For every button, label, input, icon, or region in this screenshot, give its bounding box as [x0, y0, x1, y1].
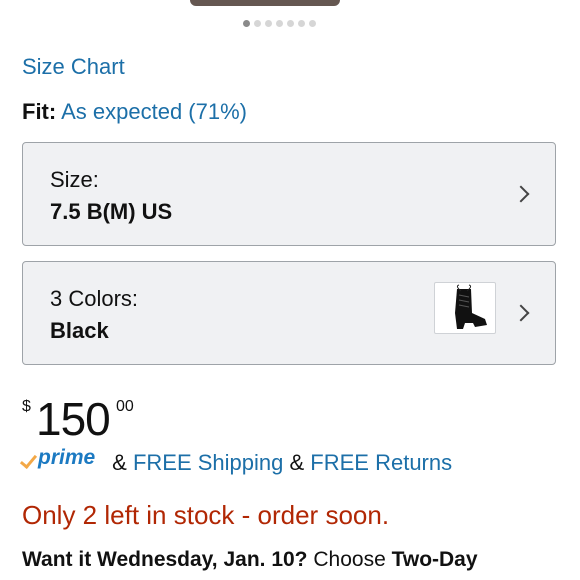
color-label: 3 Colors:	[50, 286, 139, 311]
fit-label: Fit:	[22, 99, 57, 124]
carousel-dot[interactable]	[243, 20, 250, 27]
carousel-dot[interactable]	[309, 20, 316, 27]
size-selector[interactable]: Size: 7.5 B(M) US	[22, 142, 556, 246]
carousel-dot[interactable]	[298, 20, 305, 27]
product-image-edge	[190, 0, 340, 6]
price-currency: $	[22, 398, 31, 415]
free-returns-link[interactable]: FREE Returns	[310, 450, 452, 475]
fit-info: Fit: As expected (71%)	[22, 99, 247, 125]
delivery-date: Want it Wednesday, Jan. 10?	[22, 548, 308, 571]
ampersand: &	[112, 450, 127, 475]
carousel-dot[interactable]	[265, 20, 272, 27]
delivery-message: Want it Wednesday, Jan. 10? Choose Two-D…	[22, 548, 478, 572]
delivery-option: Two-Day	[391, 548, 478, 571]
delivery-choose: Choose	[313, 548, 386, 571]
free-shipping-link[interactable]: FREE Shipping	[133, 450, 283, 475]
black-bootie-image	[455, 284, 487, 329]
ampersand: &	[289, 450, 305, 475]
chevron-right-icon	[512, 304, 530, 322]
size-chart-link[interactable]: Size Chart	[22, 54, 125, 80]
shipping-row: prime & FREE Shipping & FREE Returns	[19, 446, 452, 476]
prime-label: prime	[38, 446, 96, 469]
price-fraction: 00	[116, 398, 134, 415]
fit-value-link[interactable]: As expected (71%)	[61, 99, 247, 124]
color-value: Black	[50, 318, 109, 343]
carousel-dot[interactable]	[276, 20, 283, 27]
carousel-dot[interactable]	[254, 20, 261, 27]
color-thumbnail	[434, 282, 496, 334]
size-label: Size:	[50, 167, 99, 192]
size-value: 7.5 B(M) US	[50, 199, 173, 224]
prime-logo: prime	[19, 446, 106, 474]
prime-check-icon	[19, 450, 38, 470]
image-carousel-dots[interactable]	[243, 20, 316, 27]
price-whole: 150	[36, 393, 111, 445]
color-selector[interactable]: 3 Colors: Black	[22, 261, 556, 365]
carousel-dot[interactable]	[287, 20, 294, 27]
stock-message: Only 2 left in stock - order soon.	[22, 500, 390, 530]
chevron-right-icon	[512, 185, 530, 203]
